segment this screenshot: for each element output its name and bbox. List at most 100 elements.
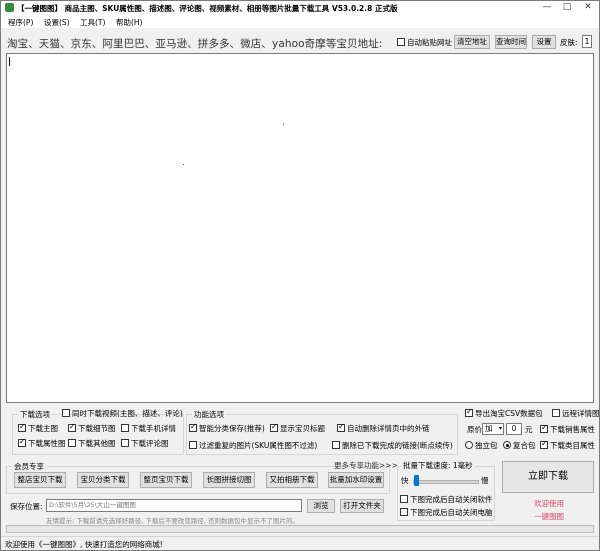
checkbox-box[interactable] [121, 439, 129, 447]
checkbox-box[interactable] [337, 422, 345, 432]
download-category-attr-checkbox[interactable]: 下载类目属性 [540, 439, 595, 451]
speed-fast-label: 快 [401, 476, 409, 485]
menu-tools[interactable]: 工具(T) [80, 17, 105, 28]
url-textarea[interactable] [6, 53, 594, 403]
download-sales-attr-checkbox[interactable]: 下载销售属性 [540, 423, 595, 435]
app-logo-icon [5, 3, 14, 12]
show-title-checkbox[interactable]: 显示宝贝标题 [270, 422, 325, 434]
browse-button[interactable]: 浏览 [307, 499, 335, 513]
checkbox-box[interactable] [552, 409, 560, 417]
upai-album-download-button[interactable]: 又拍相册下载 [266, 472, 318, 488]
menu-help[interactable]: 帮助(H) [116, 17, 143, 28]
speed-slider-thumb[interactable] [414, 475, 419, 486]
checkbox-box[interactable] [332, 441, 340, 449]
remote-detail-checkbox[interactable]: 远程详情图 [552, 409, 599, 419]
page-download-button[interactable]: 整页宝贝下载 [140, 472, 192, 488]
member-legend: 会员专享 [12, 461, 46, 472]
checkbox-label: 下载评论图 [131, 439, 169, 448]
close-software-checkbox[interactable]: 下图完成后自动关闭软件 [400, 495, 493, 505]
skin-label: 皮肤: [560, 38, 578, 47]
url-label: 淘宝、天猫、京东、阿里巴巴、亚马逊、拼多多、微店、yahoo奇摩等宝贝地址: [7, 38, 383, 50]
download-detail-image-checkbox[interactable]: 下载细节图 [68, 422, 116, 434]
checkbox-label: 下载其他图 [78, 439, 116, 448]
remove-external-links-checkbox[interactable]: 自动删除详情页中的外链 [337, 422, 430, 434]
checkbox-label: 下图完成后自动关闭电脑 [410, 508, 493, 517]
minimize-button[interactable]: — [537, 1, 557, 15]
single-pack-radio[interactable]: 独立包 [465, 441, 498, 451]
menu-program[interactable]: 程序(P) [8, 17, 33, 28]
filter-duplicates-checkbox[interactable]: 过滤重复的图片(SKU属性图不过滤) [189, 441, 317, 451]
auto-paste-box[interactable] [397, 38, 405, 46]
welcome-line-2: 一键图图 [534, 512, 564, 521]
radio-circle[interactable] [503, 441, 511, 449]
checkbox-box[interactable] [68, 439, 76, 447]
checkbox-box[interactable] [540, 439, 548, 449]
download-review-image-checkbox[interactable]: 下载评论图 [121, 439, 169, 449]
download-main-image-checkbox[interactable]: 下载主图 [18, 422, 58, 434]
batch-watermark-button[interactable]: 批量加水印设置 [328, 472, 384, 488]
checkbox-box[interactable] [121, 424, 129, 432]
radio-circle[interactable] [465, 441, 473, 449]
checkbox-label: 下图完成后自动关闭软件 [410, 495, 493, 504]
combined-pack-radio[interactable]: 复合包 [503, 441, 536, 451]
checkbox-label: 导出淘宝CSV数据包 [475, 409, 543, 418]
checkbox-box[interactable] [400, 495, 408, 503]
checkbox-label: 下载类目属性 [550, 441, 595, 450]
checkbox-label: 下载属性图 [28, 439, 66, 448]
maximize-button[interactable]: □ [557, 1, 577, 15]
checkbox-box[interactable] [189, 422, 197, 432]
close-button[interactable]: ✕ [578, 1, 598, 15]
auto-paste-label: 自动粘贴网址 [407, 38, 452, 47]
status-bar: 欢迎使用《一键图图》, 快速打造您的网络商城! [1, 536, 599, 550]
price-value-input[interactable]: 0 [506, 423, 522, 435]
price-label: 原价 [467, 425, 482, 434]
checkbox-box[interactable] [68, 422, 76, 432]
window-title: 【一键图图】 商品主图、SKU属性图、描述图、评论图、视频素材、相册等图片批量下… [17, 4, 398, 13]
long-image-cut-button[interactable]: 长图拼接切图 [203, 472, 255, 488]
shutdown-checkbox[interactable]: 下图完成后自动关闭电脑 [400, 508, 493, 518]
radio-label: 独立包 [475, 441, 498, 450]
welcome-line-1: 欢迎使用 [534, 499, 564, 508]
status-text: 欢迎使用《一键图图》, 快速打造您的网络商城! [5, 540, 163, 549]
checkbox-box[interactable] [18, 437, 26, 447]
menu-settings[interactable]: 设置(S) [44, 17, 70, 28]
open-folder-button[interactable]: 打开文件夹 [340, 499, 384, 513]
delete-finished-links-checkbox[interactable]: 删除已下载完成的链接(断点续传) [332, 441, 453, 451]
checkbox-box[interactable] [62, 409, 70, 417]
checkbox-box[interactable] [189, 441, 197, 449]
auto-paste-checkbox[interactable]: 自动粘贴网址 [397, 38, 452, 48]
checkbox-box[interactable] [18, 422, 26, 432]
category-download-button[interactable]: 宝贝分类下载 [77, 472, 129, 488]
checkbox-label: 下载销售属性 [550, 425, 595, 434]
checkbox-label: 下载手机详情 [131, 424, 176, 433]
checkbox-box[interactable] [400, 508, 408, 516]
clear-address-button[interactable]: 清空地址 [454, 35, 490, 49]
speed-slider-track[interactable] [413, 480, 479, 484]
settings-button[interactable]: 设置 [532, 35, 556, 49]
query-time-button[interactable]: 查询时间 [495, 35, 527, 49]
shop-download-button[interactable]: 整店宝贝下载 [14, 472, 66, 488]
checkbox-box[interactable] [270, 422, 278, 432]
speck [183, 164, 184, 165]
download-video-checkbox[interactable]: 同时下载视频(主图、描述、评论) [62, 409, 183, 419]
radio-label: 复合包 [513, 441, 536, 450]
price-op-select[interactable]: 加 ▾ [482, 423, 504, 435]
download-mobile-detail-checkbox[interactable]: 下载手机详情 [121, 424, 176, 434]
checkbox-label: 自动删除详情页中的外链 [347, 424, 430, 433]
checkbox-box[interactable] [540, 423, 548, 433]
save-location-label: 保存位置: [10, 502, 43, 511]
download-attr-image-checkbox[interactable]: 下载属性图 [18, 437, 66, 449]
skin-select[interactable]: 1 [582, 35, 592, 48]
save-path-input[interactable]: D:\软件\5月\25\大山一键图图 [46, 499, 302, 512]
download-other-image-checkbox[interactable]: 下载其他图 [68, 439, 116, 449]
checkbox-label: 显示宝贝标题 [280, 424, 325, 433]
speed-legend-text: 批量下载速度: 1毫秒 [401, 461, 475, 471]
smart-classify-checkbox[interactable]: 智能分类保存(推荐) [189, 422, 265, 434]
export-csv-checkbox[interactable]: 导出淘宝CSV数据包 [465, 407, 543, 419]
more-features-link[interactable]: 更多专享功能>>> [334, 461, 398, 471]
download-options-legend: 下载选项 [18, 409, 52, 420]
price-unit-label: 元 [525, 425, 533, 434]
checkbox-box[interactable] [465, 407, 473, 417]
start-download-button[interactable]: 立即下载 [502, 461, 594, 493]
checkbox-label: 过滤重复的图片(SKU属性图不过滤) [199, 441, 318, 450]
